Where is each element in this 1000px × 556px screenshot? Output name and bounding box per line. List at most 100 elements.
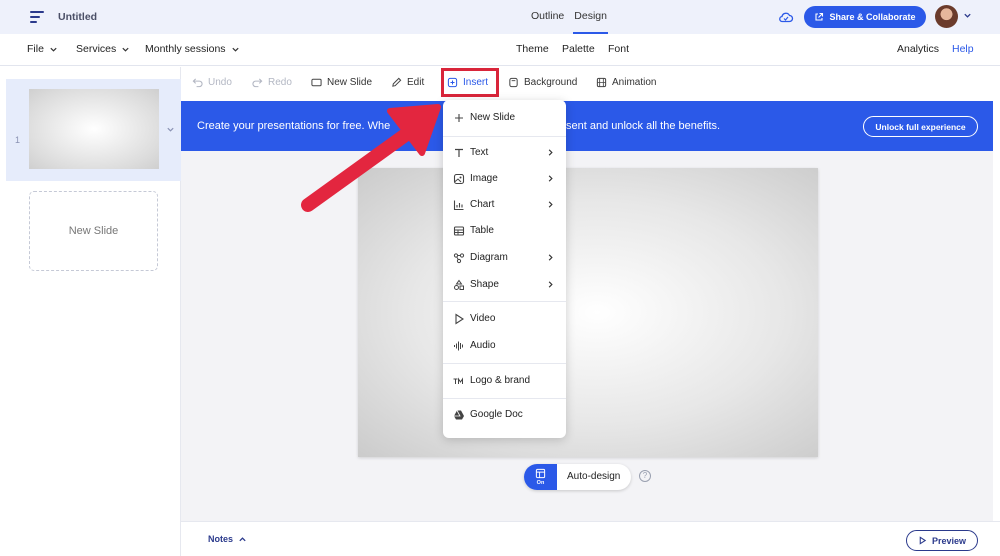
menu-bar: File Services Monthly sessions Theme Pal… [0, 34, 1000, 66]
plus-icon [455, 114, 463, 122]
preview-label: Preview [931, 535, 967, 546]
new-slide-card[interactable]: New Slide [29, 191, 158, 271]
menu-item-diagram[interactable]: Diagram [443, 248, 566, 268]
table-icon [453, 226, 465, 236]
help-icon[interactable]: ? [639, 470, 651, 482]
menu-help[interactable]: Help [952, 43, 974, 55]
layout-icon [535, 468, 546, 479]
auto-design-control: On Auto-design [524, 464, 631, 490]
chevron-right-icon [548, 149, 553, 156]
insert-highlight-box [441, 68, 499, 97]
menu-monthly-sessions[interactable]: Monthly sessions [145, 43, 240, 55]
menu-item-table[interactable]: Table [443, 221, 566, 241]
chevron-right-icon [548, 254, 553, 261]
auto-design-toggle[interactable]: On [524, 464, 557, 490]
menu-item-new-slide[interactable]: New Slide [443, 108, 566, 128]
animation-icon [596, 77, 607, 88]
menu-services-label: Services [76, 43, 117, 55]
auto-design-state: On [536, 480, 545, 486]
menu-services[interactable]: Services [76, 43, 130, 55]
cloud-sync-icon[interactable] [778, 9, 794, 25]
menu-item-label: Chart [470, 199, 495, 210]
menu-analytics[interactable]: Analytics [897, 43, 939, 55]
undo-icon [192, 78, 203, 88]
chevron-down-icon[interactable] [166, 125, 175, 134]
slides-panel: 1 New Slide [0, 67, 181, 556]
hamburger-menu-icon[interactable] [30, 11, 44, 26]
share-icon [815, 12, 824, 21]
pencil-icon [392, 77, 402, 87]
edit-label: Edit [407, 77, 425, 88]
diagram-icon [453, 253, 465, 264]
menu-item-chart[interactable]: Chart [443, 195, 566, 215]
menu-item-text[interactable]: Text [443, 143, 566, 163]
notes-label: Notes [208, 534, 234, 544]
red-pointer-arrow-icon [301, 104, 441, 212]
redo-label: Redo [268, 77, 292, 88]
menu-item-label: Diagram [470, 252, 508, 263]
slide-thumbnail-row[interactable]: 1 [6, 79, 181, 181]
audio-wave-icon [454, 341, 463, 351]
menu-item-video[interactable]: Video [443, 309, 566, 329]
background-button[interactable]: Background [508, 77, 577, 88]
trademark-icon [453, 377, 463, 384]
play-icon [919, 536, 927, 545]
slide-number: 1 [15, 135, 21, 145]
menu-divider [443, 398, 566, 399]
top-bar: Untitled Outline Design Share & Collabor… [0, 0, 1000, 34]
preview-button[interactable]: Preview [906, 530, 978, 551]
undo-label: Undo [208, 77, 232, 88]
menu-divider [443, 136, 566, 137]
share-collaborate-button[interactable]: Share & Collaborate [804, 6, 926, 28]
chevron-down-icon[interactable] [963, 11, 972, 20]
menu-item-audio[interactable]: Audio [443, 336, 566, 356]
unlock-full-experience-button[interactable]: Unlock full experience [863, 116, 978, 137]
banner-text-end: sent and unlock all the benefits. [566, 120, 721, 132]
chevron-right-icon [548, 281, 553, 288]
menu-monthly-label: Monthly sessions [145, 43, 226, 55]
animation-label: Animation [612, 77, 657, 88]
edit-button[interactable]: Edit [391, 77, 424, 88]
text-icon [455, 148, 463, 157]
background-label: Background [524, 77, 578, 88]
chevron-right-icon [548, 201, 553, 208]
avatar[interactable] [935, 5, 958, 28]
menu-palette[interactable]: Palette [562, 43, 595, 55]
image-icon [453, 173, 465, 185]
slide-thumbnail[interactable] [29, 89, 159, 169]
notes-toggle[interactable]: Notes [208, 534, 247, 544]
menu-item-google-doc[interactable]: Google Doc [443, 405, 566, 425]
bottom-bar: Notes Preview [181, 521, 1000, 556]
view-tabs: Outline Design [530, 0, 608, 34]
undo-button[interactable]: Undo [192, 77, 232, 88]
play-icon [455, 313, 465, 325]
menu-item-label: Shape [470, 279, 499, 290]
menu-item-label: Text [470, 147, 489, 158]
menu-item-image[interactable]: Image [443, 169, 566, 189]
document-title[interactable]: Untitled [58, 11, 97, 23]
menu-item-logo-brand[interactable]: Logo & brand [443, 371, 566, 391]
shapes-icon [454, 279, 464, 290]
chevron-down-icon [50, 47, 57, 52]
chevron-right-icon [548, 175, 553, 182]
menu-theme[interactable]: Theme [516, 43, 549, 55]
menu-item-label: Table [470, 225, 494, 236]
menu-file-label: File [27, 43, 44, 55]
menu-item-label: Image [470, 173, 498, 184]
menu-file[interactable]: File [27, 43, 58, 55]
redo-button[interactable]: Redo [252, 77, 292, 88]
new-slide-label: New Slide [327, 77, 373, 88]
share-button-label: Share & Collaborate [829, 12, 916, 22]
menu-item-label: Google Doc [470, 409, 523, 420]
tab-design[interactable]: Design [573, 0, 608, 34]
insert-dropdown-menu: New Slide Text Image Chart Table Diagram… [443, 100, 566, 438]
google-drive-icon [454, 410, 464, 420]
menu-item-label: Logo & brand [470, 375, 531, 386]
new-slide-button[interactable]: New Slide [311, 77, 372, 88]
animation-button[interactable]: Animation [596, 77, 656, 88]
chart-icon [453, 200, 464, 211]
menu-item-shape[interactable]: Shape [443, 275, 566, 295]
menu-font[interactable]: Font [608, 43, 629, 55]
tab-outline[interactable]: Outline [530, 0, 565, 34]
slide-icon [311, 78, 322, 87]
